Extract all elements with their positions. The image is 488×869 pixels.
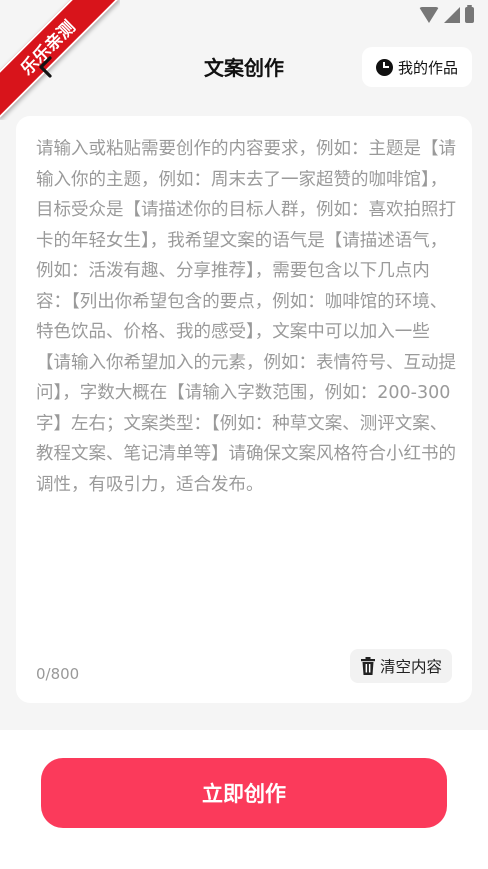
clear-content-button[interactable]: 清空内容 <box>349 649 452 683</box>
wifi-icon <box>419 7 439 23</box>
chevron-left-icon <box>39 56 52 78</box>
trash-icon <box>360 657 376 675</box>
create-now-button[interactable]: 立即创作 <box>41 758 447 828</box>
my-works-label: 我的作品 <box>397 58 458 77</box>
input-card: 0/800 清空内容 <box>16 116 472 703</box>
status-icons <box>419 5 474 23</box>
my-works-button[interactable]: 我的作品 <box>361 47 472 87</box>
char-count: 0/800 <box>36 665 80 683</box>
clear-content-label: 清空内容 <box>379 658 442 676</box>
signal-icon <box>444 7 460 23</box>
battery-icon <box>465 5 474 23</box>
bottom-action-area: 立即创作 <box>0 730 488 869</box>
prompt-textarea[interactable] <box>36 134 456 634</box>
back-button[interactable] <box>28 50 62 84</box>
page: 乐乐亲测 文案创作 我的作品 0/800 <box>0 0 488 869</box>
clock-icon <box>375 58 393 76</box>
